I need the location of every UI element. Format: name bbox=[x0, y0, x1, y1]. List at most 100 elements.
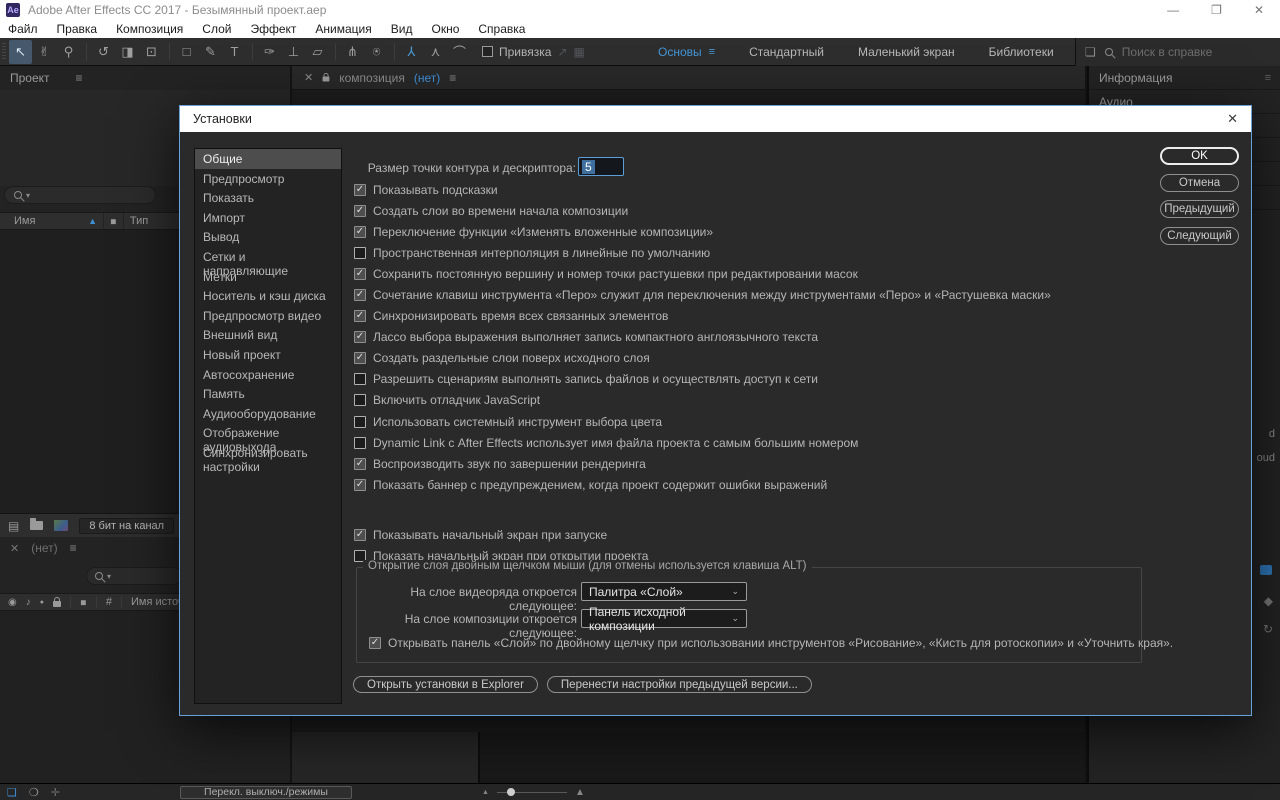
toolbar-separator[interactable] bbox=[252, 43, 253, 61]
preference-row[interactable]: Сохранить постоянную вершину и номер точ… bbox=[354, 263, 1051, 284]
workspace-tab-small-screen[interactable]: Маленький экран bbox=[858, 45, 955, 59]
category-item[interactable]: Общие bbox=[195, 149, 341, 169]
checkbox-icon[interactable] bbox=[354, 247, 366, 259]
blue-toggle-icon[interactable] bbox=[1260, 565, 1272, 575]
cancel-button[interactable]: Отмена bbox=[1160, 174, 1239, 192]
comp-open-dropdown[interactable]: Панель исходной композиции ⌄ bbox=[581, 609, 747, 628]
lock-icon[interactable] bbox=[53, 601, 61, 607]
category-item[interactable]: Аудиооборудование bbox=[195, 404, 341, 424]
selection-tool-icon[interactable]: ↖ bbox=[9, 40, 32, 64]
category-item[interactable]: Импорт bbox=[195, 208, 341, 228]
mask-mode-icon[interactable]: ⅄ bbox=[400, 40, 423, 64]
hand-tool-icon[interactable]: ✌ bbox=[33, 40, 56, 64]
new-folder-icon[interactable] bbox=[30, 521, 43, 530]
shield-icon[interactable]: ◆ bbox=[1264, 594, 1273, 608]
solo-icon[interactable]: ● bbox=[40, 599, 44, 606]
snap-option-icon[interactable]: ▦ bbox=[574, 45, 585, 59]
preference-row[interactable]: Лассо выбора выражения выполняет запись … bbox=[354, 327, 1051, 348]
preference-row[interactable]: Воспроизводить звук по завершении рендер… bbox=[354, 453, 1051, 474]
checkbox-icon[interactable] bbox=[354, 331, 366, 343]
audio-icon[interactable]: ♪ bbox=[26, 597, 31, 608]
menu-item[interactable]: Файл bbox=[8, 22, 38, 36]
dialog-title-bar[interactable]: Установки ✕ bbox=[180, 106, 1251, 132]
preference-row[interactable]: Создать раздельные слои поверх исходного… bbox=[354, 348, 1051, 369]
category-item[interactable]: Синхронизировать настройки bbox=[195, 443, 341, 463]
dialog-close-icon[interactable]: ✕ bbox=[1227, 111, 1238, 127]
checkbox-icon[interactable] bbox=[354, 458, 366, 470]
migrate-previous-settings-button[interactable]: Перенести настройки предыдущей версии... bbox=[547, 676, 812, 693]
restore-button[interactable]: ❐ bbox=[1211, 3, 1222, 17]
preference-row[interactable]: Показать баннер с предупреждением, когда… bbox=[354, 474, 1051, 495]
checkbox-icon[interactable] bbox=[369, 637, 381, 649]
open-prefs-in-explorer-button[interactable]: Открыть установки в Explorer bbox=[353, 676, 538, 693]
preference-row[interactable]: Пространственная интерполяция в линейные… bbox=[354, 242, 1051, 263]
category-item[interactable]: Отображение аудиовыхода bbox=[195, 423, 341, 443]
interpret-footage-icon[interactable]: ▤ bbox=[8, 519, 19, 533]
new-composition-icon[interactable] bbox=[54, 520, 68, 531]
preference-row[interactable]: Сочетание клавиш инструмента «Перо» служ… bbox=[354, 284, 1051, 305]
zoom-in-icon[interactable]: ▲ bbox=[575, 787, 585, 798]
composition-mini-icon[interactable]: ❏ bbox=[7, 786, 17, 799]
preference-row[interactable]: Показывать начальный экран при запуске bbox=[354, 524, 648, 545]
panel-menu-icon[interactable]: ≡ bbox=[76, 71, 83, 85]
zoom-out-icon[interactable]: ▲ bbox=[482, 789, 489, 796]
checkbox-icon[interactable] bbox=[354, 437, 366, 449]
checkbox-icon[interactable] bbox=[354, 479, 366, 491]
footage-open-dropdown[interactable]: Палитра «Слой» ⌄ bbox=[581, 582, 747, 601]
preference-row[interactable]: Dynamic Link с After Effects использует … bbox=[354, 432, 1051, 453]
preference-row[interactable]: Создать слои во времени начала композици… bbox=[354, 200, 1051, 221]
menu-item[interactable]: Анимация bbox=[315, 22, 371, 36]
close-tab-icon[interactable]: ✕ bbox=[304, 71, 313, 84]
category-item[interactable]: Вывод bbox=[195, 227, 341, 247]
next-button[interactable]: Следующий bbox=[1160, 227, 1239, 245]
category-item[interactable]: Показать bbox=[195, 188, 341, 208]
menu-item[interactable]: Слой bbox=[202, 22, 231, 36]
workspace-panel-icon[interactable]: ❏ bbox=[1085, 45, 1096, 59]
checkbox-icon[interactable] bbox=[354, 416, 366, 428]
pen-tool-icon[interactable]: ✎ bbox=[199, 40, 222, 64]
snap-option-icon[interactable]: ↗ bbox=[557, 45, 567, 59]
toolbar-separator[interactable] bbox=[86, 43, 87, 61]
pan-behind-tool-icon[interactable]: ⊡ bbox=[140, 40, 163, 64]
checkbox-icon[interactable] bbox=[354, 529, 366, 541]
panel-menu-icon[interactable]: ≡ bbox=[70, 541, 77, 555]
checkbox-icon[interactable] bbox=[354, 184, 366, 196]
toolbar-separator[interactable] bbox=[335, 43, 336, 61]
shape-tool-icon[interactable]: □ bbox=[175, 40, 198, 64]
preference-row[interactable]: Показывать подсказки bbox=[354, 179, 1051, 200]
close-button[interactable]: ✕ bbox=[1254, 3, 1264, 17]
ok-button[interactable]: OK bbox=[1160, 147, 1239, 165]
eye-icon[interactable]: ◉ bbox=[8, 597, 17, 608]
menu-item[interactable]: Справка bbox=[478, 22, 525, 36]
checkbox-icon[interactable] bbox=[354, 310, 366, 322]
checkbox-icon[interactable] bbox=[354, 394, 366, 406]
tag-icon[interactable]: ◆ bbox=[77, 596, 90, 609]
path-point-size-input[interactable]: 5 bbox=[578, 157, 624, 176]
rotation-tool-icon[interactable]: ↺ bbox=[92, 40, 115, 64]
toolbar-grip[interactable] bbox=[2, 43, 6, 61]
checkbox-icon[interactable] bbox=[354, 352, 366, 364]
camera-tool-icon[interactable]: ◨ bbox=[116, 40, 139, 64]
preference-row[interactable]: Включить отладчик JavaScript bbox=[354, 390, 1051, 411]
category-item[interactable]: Автосохранение bbox=[195, 365, 341, 385]
timeline-search-input[interactable]: ▾ bbox=[86, 567, 182, 585]
checkbox-icon[interactable] bbox=[354, 205, 366, 217]
column-label[interactable]: ◆ bbox=[104, 213, 124, 229]
roto-brush-tool-icon[interactable]: ⋔ bbox=[341, 40, 364, 64]
zoom-tool-icon[interactable]: ⚲ bbox=[57, 40, 80, 64]
workspace-menu-icon[interactable]: ≡ bbox=[709, 46, 715, 58]
category-item[interactable]: Носитель и кэш диска bbox=[195, 286, 341, 306]
category-item[interactable]: Внешний вид bbox=[195, 325, 341, 345]
toolbar-separator[interactable] bbox=[394, 43, 395, 61]
refresh-cursor-icon[interactable]: ↻ bbox=[1263, 622, 1273, 636]
previous-button[interactable]: Предыдущий bbox=[1160, 200, 1239, 218]
toggle-switches-modes-button[interactable]: Перекл. выключ./режимы bbox=[180, 786, 352, 799]
checkbox-icon[interactable] bbox=[354, 226, 366, 238]
category-item[interactable]: Предпросмотр bbox=[195, 169, 341, 189]
menu-item[interactable]: Вид bbox=[391, 22, 413, 36]
minimize-button[interactable]: — bbox=[1167, 3, 1179, 17]
composition-tab[interactable]: ✕ композиция (нет) ≡ bbox=[292, 66, 1085, 90]
preference-row[interactable]: Открывать панель «Слой» по двойному щелч… bbox=[369, 636, 1173, 650]
panel-menu-icon[interactable]: ≡ bbox=[1265, 72, 1271, 84]
toolbar-separator[interactable] bbox=[169, 43, 170, 61]
